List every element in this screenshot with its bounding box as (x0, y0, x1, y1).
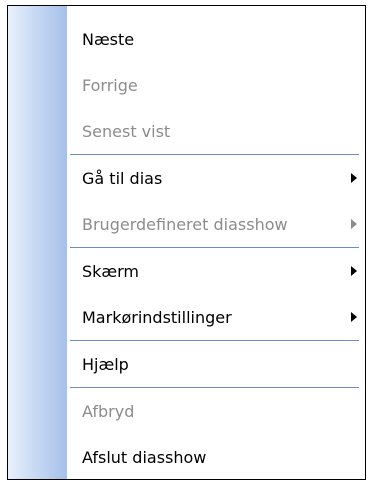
menu-item-label: Forrige (82, 75, 138, 95)
menu-item-senest-vist: Senest vist (8, 108, 365, 154)
menu-item-label: Markørindstillinger (82, 307, 232, 327)
submenu-arrow-icon (351, 173, 357, 183)
menu-item-label: Brugerdefineret diasshow (82, 214, 288, 234)
menu-item-skaerm[interactable]: Skærm (8, 248, 365, 294)
menu-item-brugerdefineret-diasshow: Brugerdefineret diasshow (8, 201, 365, 247)
submenu-arrow-icon (351, 219, 357, 229)
menu-item-label: Næste (82, 29, 135, 49)
menu-item-label: Afslut diasshow (82, 447, 207, 467)
menu-item-hjaelp[interactable]: Hjælp (8, 341, 365, 387)
menu-item-naeste[interactable]: Næste (8, 16, 365, 62)
menu-item-label: Gå til dias (82, 168, 163, 188)
menu-items: Næste Forrige Senest vist Gå til dias Br… (8, 16, 365, 479)
menu-item-label: Hjælp (82, 354, 129, 374)
context-menu: Næste Forrige Senest vist Gå til dias Br… (7, 5, 366, 480)
menu-item-label: Afbryd (82, 401, 135, 421)
menu-item-label: Skærm (82, 261, 140, 281)
menu-item-gaa-til-dias[interactable]: Gå til dias (8, 155, 365, 201)
submenu-arrow-icon (351, 312, 357, 322)
menu-item-afslut-diasshow[interactable]: Afslut diasshow (8, 434, 365, 479)
menu-item-afbryd: Afbryd (8, 388, 365, 434)
submenu-arrow-icon (351, 266, 357, 276)
menu-item-forrige: Forrige (8, 62, 365, 108)
menu-item-markoerindstillinger[interactable]: Markørindstillinger (8, 294, 365, 340)
menu-item-label: Senest vist (82, 121, 171, 141)
